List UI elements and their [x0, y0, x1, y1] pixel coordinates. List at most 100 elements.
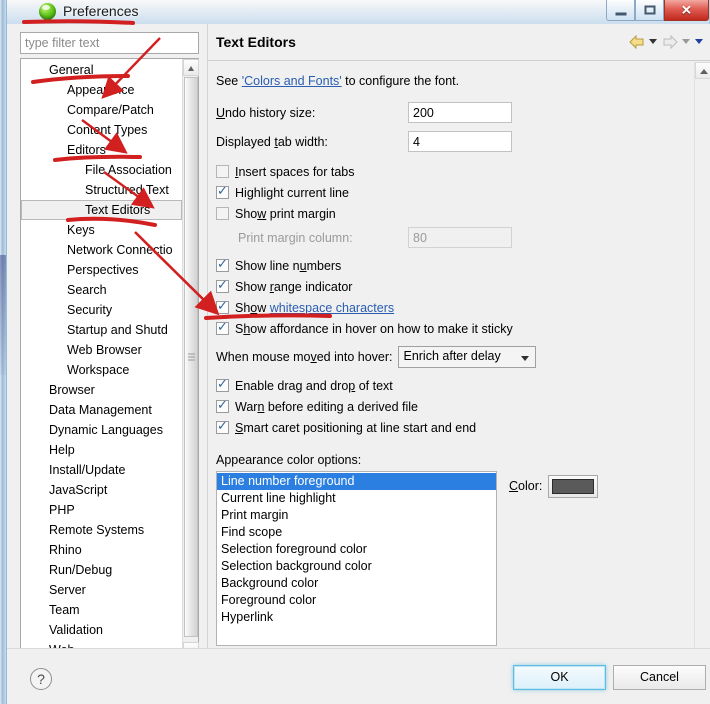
undo-history-input[interactable]	[408, 102, 512, 123]
show-range-indicator-checkbox[interactable]	[216, 277, 229, 293]
tree-item-dynamic-languages[interactable]: Dynamic Languages	[21, 420, 182, 440]
color-option-background-color[interactable]: Background color	[217, 575, 496, 592]
show-whitespace-checkbox[interactable]	[216, 298, 229, 314]
cancel-button[interactable]: Cancel	[613, 665, 706, 690]
tree-item-browser[interactable]: Browser	[21, 380, 182, 400]
panel-scroll-up-button[interactable]	[695, 62, 710, 79]
back-arrow-icon[interactable]	[628, 33, 646, 51]
tree-item-appearance[interactable]: Appearance	[21, 80, 182, 100]
show-line-numbers-row[interactable]: Show line numbers	[216, 256, 694, 275]
color-option-print-margin[interactable]: Print margin	[217, 507, 496, 524]
minimize-button[interactable]	[606, 0, 635, 21]
close-button[interactable]: ✕	[664, 0, 709, 21]
chevron-down-icon	[521, 356, 530, 361]
forward-arrow-icon	[661, 33, 679, 51]
view-menu-chevron-down-icon[interactable]	[694, 33, 705, 51]
color-option-foreground-color[interactable]: Foreground color	[217, 592, 496, 609]
show-print-margin-row[interactable]: Show print margin	[216, 204, 694, 223]
help-button[interactable]: ?	[30, 668, 52, 690]
color-option-selection-foreground-color[interactable]: Selection foreground color	[217, 541, 496, 558]
tree-item-run-debug[interactable]: Run/Debug	[21, 560, 182, 580]
tree-item-structured-text[interactable]: Structured Text	[21, 180, 182, 200]
warn-derived-row[interactable]: Warn before editing a derived file	[216, 397, 694, 416]
highlight-line-row[interactable]: Highlight current line	[216, 183, 694, 202]
show-print-margin-checkbox[interactable]	[216, 207, 229, 220]
tree-item-general[interactable]: General	[21, 60, 182, 80]
insert-spaces-checkbox[interactable]	[216, 165, 229, 178]
tree-item-remote-systems[interactable]: Remote Systems	[21, 520, 182, 540]
hover-mode-select[interactable]: Enrich after delay	[398, 346, 537, 368]
tree-item-workspace[interactable]: Workspace	[21, 360, 182, 380]
minimize-icon	[615, 12, 626, 16]
tree-item-install-update[interactable]: Install/Update	[21, 460, 182, 480]
window-title: Preferences	[63, 3, 139, 19]
show-whitespace-row[interactable]: Show whitespace characters	[216, 298, 694, 317]
tree-item-network-connectio[interactable]: Network Connectio	[21, 240, 182, 260]
color-picker-area: Color:	[509, 471, 599, 646]
show-affordance-row[interactable]: Show affordance in hover on how to make …	[216, 319, 694, 338]
tree-item-compare-patch[interactable]: Compare/Patch	[21, 100, 182, 120]
panel-content: See 'Colors and Fonts' to configure the …	[208, 62, 694, 669]
tree-item-help[interactable]: Help	[21, 440, 182, 460]
color-options-area: Line number foreground Current line highl…	[216, 471, 694, 646]
tree-item-file-association[interactable]: File Association	[21, 160, 182, 180]
colors-and-fonts-link[interactable]: 'Colors and Fonts'	[242, 74, 342, 88]
drag-drop-label: Enable drag and drop of text	[235, 378, 393, 393]
tree-item-search[interactable]: Search	[21, 280, 182, 300]
color-option-hyperlink[interactable]: Hyperlink	[217, 609, 496, 626]
color-option-selection-background-color[interactable]: Selection background color	[217, 558, 496, 575]
drag-drop-row[interactable]: Enable drag and drop of text	[216, 376, 694, 395]
tree-item-javascript[interactable]: JavaScript	[21, 480, 182, 500]
tree-item-php[interactable]: PHP	[21, 500, 182, 520]
print-margin-column-label: Print margin column:	[238, 230, 353, 245]
show-print-margin-label: Show print margin	[235, 206, 336, 221]
color-option-line-number-foreground[interactable]: Line number foreground	[217, 473, 496, 490]
tree-item-team[interactable]: Team	[21, 600, 182, 620]
hover-mode-label: When mouse moved into hover:	[216, 350, 393, 364]
tree-item-rhino[interactable]: Rhino	[21, 540, 182, 560]
insert-spaces-row[interactable]: Insert spaces for tabs	[216, 162, 694, 181]
preferences-dialog: Preferences ✕ GeneralAppearanceCompare/P…	[6, 0, 710, 704]
smart-caret-checkbox[interactable]	[216, 418, 229, 434]
tree-item-text-editors[interactable]: Text Editors	[21, 200, 182, 220]
tree-item-startup-and-shutd[interactable]: Startup and Shutd	[21, 320, 182, 340]
panel-nav-tools	[628, 33, 705, 51]
back-menu-chevron-down-icon[interactable]	[648, 33, 659, 51]
show-line-numbers-checkbox[interactable]	[216, 256, 229, 272]
tab-width-input[interactable]	[408, 131, 512, 152]
tree-scroll-up-button[interactable]	[183, 59, 199, 76]
tree-scroll-area: General Appearance Compare/Patch Content Ty…	[21, 59, 182, 659]
color-label: Color:	[509, 479, 543, 493]
tree-item-validation[interactable]: Validation	[21, 620, 182, 640]
tree-item-security[interactable]: Security	[21, 300, 182, 320]
show-range-indicator-row[interactable]: Show range indicator	[216, 277, 694, 296]
tree-item-data-management[interactable]: Data Management	[21, 400, 182, 420]
tree-item-keys[interactable]: Keys	[21, 220, 182, 240]
tree-item-server[interactable]: Server	[21, 580, 182, 600]
warn-derived-checkbox[interactable]	[216, 397, 229, 413]
color-option-find-scope[interactable]: Find scope	[217, 524, 496, 541]
appearance-color-listbox[interactable]: Line number foreground Current line highl…	[216, 471, 497, 646]
tree-item-web-browser[interactable]: Web Browser	[21, 340, 182, 360]
colors-and-fonts-line: See 'Colors and Fonts' to configure the …	[216, 74, 694, 88]
color-swatch-button[interactable]	[548, 475, 599, 498]
color-option-current-line-highlight[interactable]: Current line highlight	[217, 490, 496, 507]
preferences-tree: General Appearance Compare/Patch Content Ty…	[20, 58, 199, 676]
filter-input[interactable]	[20, 32, 199, 54]
drag-drop-checkbox[interactable]	[216, 376, 229, 392]
tree-item-perspectives[interactable]: Perspectives	[21, 260, 182, 280]
tree-item-content-types[interactable]: Content Types	[21, 120, 182, 140]
maximize-button[interactable]	[635, 0, 664, 21]
panel-vertical-scrollbar[interactable]	[694, 62, 710, 669]
tree-scroll-thumb[interactable]	[184, 77, 198, 637]
tree-item-editors[interactable]: Editors	[21, 140, 182, 160]
show-affordance-checkbox[interactable]	[216, 319, 229, 335]
tree-vertical-scrollbar[interactable]	[182, 59, 199, 659]
see-suffix: to configure the font.	[341, 74, 460, 88]
smart-caret-row[interactable]: Smart caret positioning at line start an…	[216, 418, 694, 437]
undo-history-label: Undo history size:	[216, 105, 316, 120]
whitespace-characters-link[interactable]: whitespace characters	[270, 301, 394, 315]
ok-button[interactable]: OK	[513, 665, 606, 690]
show-whitespace-label: Show whitespace characters	[235, 300, 395, 315]
highlight-line-checkbox[interactable]	[216, 183, 229, 199]
